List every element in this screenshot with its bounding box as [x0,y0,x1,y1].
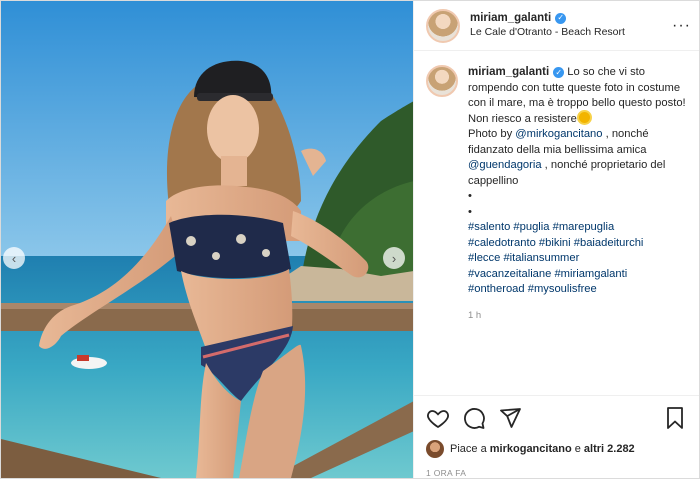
likes-summary: Piace a mirkogancitano e altri 2.282 [426,440,687,458]
caption-text: miriam_galanti ✓ Lo so che vi sto rompend… [468,65,687,323]
verified-badge-icon: ✓ [553,67,565,79]
post-photo[interactable]: ‹ › [1,1,413,478]
hashtag-link[interactable]: #salento [468,221,510,233]
caption-photo-by: Photo by [468,128,516,140]
action-bar: Piace a mirkogancitano e altri 2.282 1 O… [414,395,699,478]
liker-avatar[interactable] [426,440,444,458]
mention-link[interactable]: @guendagoria [468,159,542,171]
caption-username[interactable]: miriam_galanti ✓ [468,66,565,79]
hashtag-link[interactable]: #miriamgalanti [554,268,627,280]
post-header-text: miriam_galanti ✓ Le Cale d'Otranto - Bea… [470,11,625,40]
hashtag-link[interactable]: #caledotranto [468,237,536,249]
caption-avatar[interactable] [426,65,458,97]
sun-emoji-icon [578,111,590,123]
bookmark-icon[interactable] [663,406,687,430]
caption: miriam_galanti ✓ Lo so che vi sto rompend… [426,65,687,323]
instagram-post: ‹ › miriam_galanti ✓ Le Cale d'Otranto -… [0,0,700,479]
hashtag-link[interactable]: #baiadeiturchi [574,237,644,249]
likes-others-link[interactable]: altri 2.282 [584,443,635,455]
avatar[interactable] [426,8,460,43]
chevron-left-icon[interactable]: ‹ [3,247,25,269]
caption-timestamp[interactable]: 1 h [468,308,687,324]
username-link[interactable]: miriam_galanti ✓ [470,11,625,26]
liker-username[interactable]: mirkogancitano [490,443,572,455]
caption-bullet: • [468,205,472,218]
hashtag-link[interactable]: #puglia [513,221,549,233]
hashtag-link[interactable]: #mysoulisfree [528,283,597,295]
hashtag-link[interactable]: #ontheroad [468,283,525,295]
post-side-panel: miriam_galanti ✓ Le Cale d'Otranto - Bea… [413,1,699,478]
mention-link[interactable]: @mirkogancitano [515,128,602,140]
post-header: miriam_galanti ✓ Le Cale d'Otranto - Bea… [414,1,699,51]
chevron-right-icon[interactable]: › [383,247,405,269]
likes-connector: e [574,443,581,455]
hashtag-link[interactable]: #italiansummer [503,252,579,264]
action-icons [426,406,687,430]
hashtag-link[interactable]: #lecce [468,252,500,264]
hashtag-link[interactable]: #vacanzeitaliane [468,268,551,280]
caption-bullet: • [468,190,472,202]
caption-username-text[interactable]: miriam_galanti [468,66,549,78]
beach-photo-illustration [1,1,413,478]
ellipsis-icon[interactable]: ··· [672,17,691,35]
location-link[interactable]: Le Cale d'Otranto - Beach Resort [470,26,625,40]
username-text[interactable]: miriam_galanti [470,11,551,26]
heart-icon[interactable] [426,406,450,430]
verified-badge-icon: ✓ [555,13,567,25]
comment-icon[interactable] [462,406,486,430]
comments-area: miriam_galanti ✓ Lo so che vi sto rompend… [414,51,699,395]
hashtag-link[interactable]: #marepuglia [553,221,615,233]
likes-prefix: Piace a [450,443,487,455]
post-timestamp[interactable]: 1 ORA FA [426,468,687,478]
hashtag-link[interactable]: #bikini [539,237,571,249]
paper-plane-icon[interactable] [498,406,522,430]
